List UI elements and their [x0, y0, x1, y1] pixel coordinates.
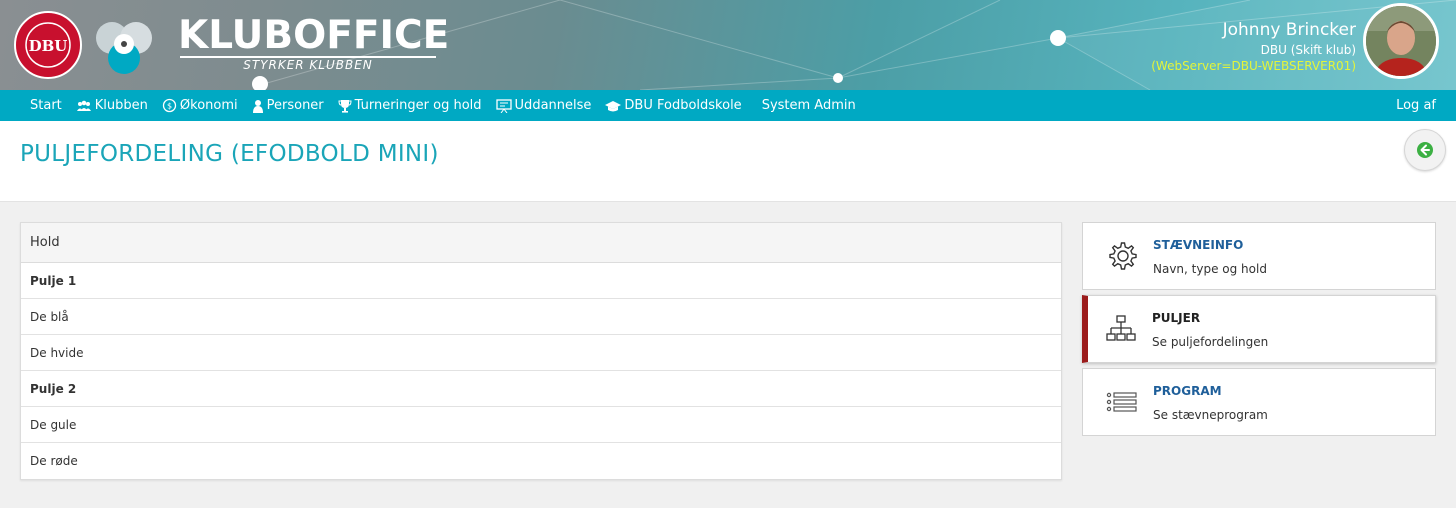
- money-icon: $: [162, 98, 177, 113]
- header-banner: DBU KLUBOFFICE STYRKER KLUBBEN Johnny Br…: [0, 0, 1456, 90]
- avatar-photo: [1366, 6, 1436, 76]
- user-name: Johnny Brincker: [1222, 20, 1356, 40]
- card-staevneinfo[interactable]: STÆVNEINFO Navn, type og hold: [1082, 222, 1436, 290]
- org-chart-icon: [1106, 315, 1136, 341]
- nav-label: Turneringer og hold: [354, 98, 482, 113]
- card-puljer[interactable]: PULJER Se puljefordelingen: [1082, 295, 1436, 363]
- main-navbar: Start Klubben $ Økonomi Personer Turneri…: [0, 90, 1456, 121]
- svg-text:DBU: DBU: [29, 37, 68, 55]
- brand-title: KLUBOFFICE: [178, 13, 450, 58]
- page-header: PULJEFORDELING (EFODBOLD MINI): [0, 121, 1456, 202]
- card-subtitle: Se puljefordelingen: [1152, 335, 1269, 349]
- nav-item-start[interactable]: Start: [30, 98, 62, 113]
- pool-row: Pulje 1: [21, 263, 1061, 299]
- nav-item-klubben[interactable]: Klubben: [76, 98, 148, 113]
- graduation-cap-icon: [605, 100, 622, 112]
- card-subtitle: Se stævneprogram: [1153, 408, 1268, 422]
- brand-subtitle: STYRKER KLUBBEN: [243, 58, 373, 72]
- nav-label: Klubben: [94, 98, 148, 113]
- nav-item-system-admin[interactable]: System Admin: [762, 98, 856, 113]
- dbu-logo[interactable]: DBU: [14, 11, 82, 79]
- card-title: STÆVNEINFO: [1153, 238, 1244, 252]
- presentation-icon: [495, 98, 512, 113]
- users-icon: [76, 100, 92, 112]
- switch-club-link[interactable]: DBU (Skift klub): [1261, 43, 1356, 57]
- nav-label: Økonomi: [179, 98, 238, 113]
- team-row: De gule: [21, 407, 1061, 443]
- card-program[interactable]: PROGRAM Se stævneprogram: [1082, 368, 1436, 436]
- team-row: De blå: [21, 299, 1061, 335]
- arrow-left-icon: [1417, 142, 1433, 158]
- pool-row: Pulje 2: [21, 371, 1061, 407]
- trophy-icon: [338, 99, 352, 113]
- svg-text:$: $: [167, 102, 172, 111]
- team-row: De hvide: [21, 335, 1061, 371]
- nav-label: Start: [30, 98, 62, 113]
- logout-link[interactable]: Log af: [1396, 98, 1436, 113]
- card-subtitle: Navn, type og hold: [1153, 262, 1267, 276]
- kluboffice-logo: [96, 22, 152, 74]
- nav-label: Personer: [266, 98, 324, 113]
- gear-icon: [1109, 242, 1137, 270]
- team-table: Hold Pulje 1 De blå De hvide Pulje 2 De …: [20, 222, 1062, 480]
- person-icon: [252, 99, 264, 113]
- nav-item-okonomi[interactable]: $ Økonomi: [162, 98, 238, 113]
- nav-item-fodboldskole[interactable]: DBU Fodboldskole: [605, 98, 742, 113]
- page-title: PULJEFORDELING (EFODBOLD MINI): [20, 141, 439, 167]
- card-title: PULJER: [1152, 311, 1201, 325]
- server-info: (WebServer=DBU-WEBSERVER01): [1151, 59, 1356, 73]
- nav-label: System Admin: [761, 98, 856, 113]
- card-title: PROGRAM: [1153, 384, 1222, 398]
- team-table-header: Hold: [21, 223, 1061, 263]
- avatar[interactable]: [1363, 3, 1439, 79]
- nav-item-turneringer[interactable]: Turneringer og hold: [338, 98, 482, 113]
- nav-label: DBU Fodboldskole: [624, 98, 742, 113]
- nav-label: Uddannelse: [514, 98, 592, 113]
- nav-item-personer[interactable]: Personer: [252, 98, 324, 113]
- team-row: De røde: [30, 454, 78, 468]
- back-button[interactable]: [1404, 129, 1446, 171]
- nav-item-uddannelse[interactable]: Uddannelse: [495, 98, 592, 113]
- list-icon: [1106, 392, 1137, 412]
